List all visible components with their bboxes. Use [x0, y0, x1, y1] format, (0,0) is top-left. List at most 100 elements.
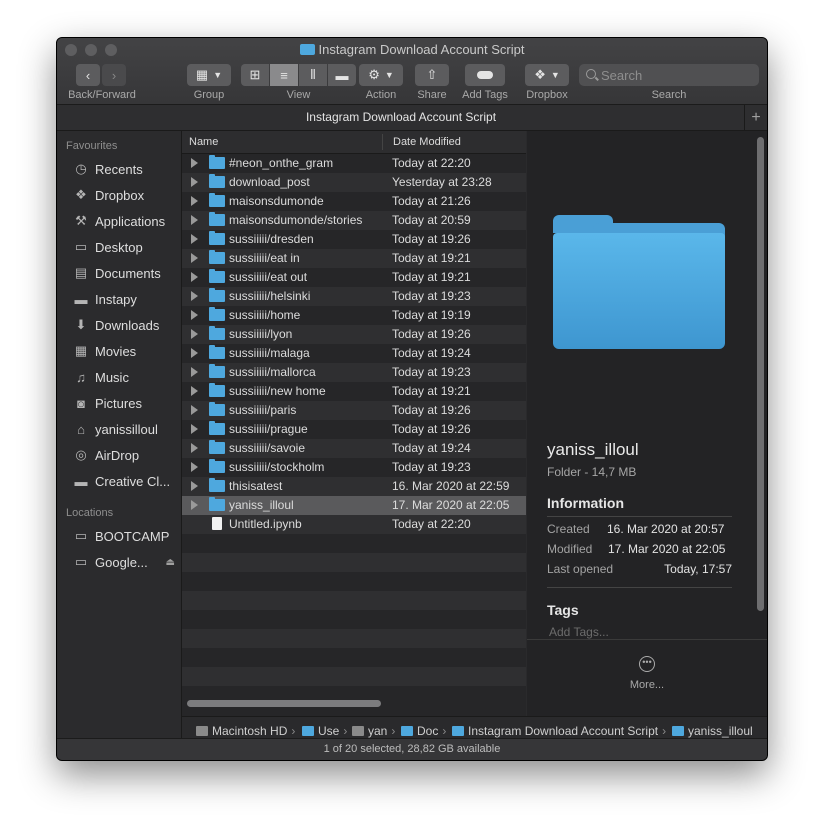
sidebar-location-google[interactable]: ▭ Google... ⏏ — [73, 551, 181, 573]
table-row[interactable]: sussiiiii/prague Today at 19:26 — [182, 420, 526, 439]
disclosure-triangle-icon[interactable] — [191, 348, 198, 358]
gallery-view-button[interactable]: ▬ — [328, 64, 356, 86]
table-row[interactable]: sussiiiii/paris Today at 19:26 — [182, 401, 526, 420]
share-button[interactable]: ⇧ — [415, 64, 449, 86]
folder-icon — [209, 402, 225, 416]
sidebar-item-desktop[interactable]: ▭ Desktop — [73, 236, 181, 258]
sidebar-item-music[interactable]: ♫ Music — [73, 366, 181, 388]
forward-button[interactable]: › — [102, 64, 126, 86]
back-button[interactable]: ‹ — [76, 64, 100, 86]
disclosure-triangle-icon[interactable] — [191, 462, 198, 472]
disclosure-triangle-icon[interactable] — [191, 500, 198, 510]
date-column-header[interactable]: Date Modified — [393, 136, 461, 148]
preview-pane: yaniss_illoul Folder - 14,7 MB Informati… — [527, 131, 767, 716]
more-button[interactable]: ••• More... — [527, 639, 767, 717]
plus-icon: + — [751, 109, 761, 126]
eject-icon[interactable]: ⏏ — [166, 557, 175, 568]
list-view-button[interactable]: ≡ — [270, 64, 298, 86]
sidebar-item-recents[interactable]: ◷ Recents — [73, 158, 181, 180]
window-title: Instagram Download Account Script — [318, 42, 525, 57]
vertical-scrollbar[interactable] — [757, 137, 764, 611]
share-icon: ⇧ — [426, 67, 438, 82]
search-label: Search — [651, 89, 687, 101]
dropbox-button[interactable]: ❖ ▼ — [525, 64, 569, 86]
table-row[interactable]: sussiiiii/helsinki Today at 19:23 — [182, 287, 526, 306]
name-column-header[interactable]: Name — [189, 136, 218, 148]
add-tags-field[interactable]: Add Tags... — [549, 625, 609, 639]
horizontal-scrollbar[interactable] — [184, 697, 524, 710]
modified-label: Modified — [547, 542, 593, 556]
path-item[interactable]: Instagram Download Account Script › — [452, 724, 666, 738]
desktop-icon: ▭ — [74, 239, 88, 254]
column-view-button[interactable]: ⫴ — [299, 64, 327, 86]
table-row[interactable]: sussiiiii/mallorca Today at 19:23 — [182, 363, 526, 382]
table-row[interactable]: #neon_onthe_gram Today at 22:20 — [182, 154, 526, 173]
sidebar-item-yanissilloul[interactable]: ⌂ yanissilloul — [73, 418, 181, 440]
folder-body — [553, 233, 725, 349]
path-item[interactable]: Doc › — [401, 724, 446, 738]
table-row[interactable]: sussiiiii/eat out Today at 19:21 — [182, 268, 526, 287]
file-name: sussiiiii/new home — [229, 384, 326, 398]
table-row[interactable]: sussiiiii/eat in Today at 19:21 — [182, 249, 526, 268]
table-row[interactable]: thisisatest 16. Mar 2020 at 22:59 — [182, 477, 526, 496]
empty-row — [182, 572, 526, 591]
group-button[interactable]: ▦ ▼ — [187, 64, 231, 86]
disclosure-triangle-icon[interactable] — [191, 310, 198, 320]
table-row[interactable]: sussiiiii/savoie Today at 19:24 — [182, 439, 526, 458]
table-row[interactable]: sussiiiii/home Today at 19:19 — [182, 306, 526, 325]
file-name: #neon_onthe_gram — [229, 156, 334, 170]
tab-title[interactable]: Instagram Download Account Script — [57, 110, 745, 124]
table-row[interactable]: sussiiiii/lyon Today at 19:26 — [182, 325, 526, 344]
disclosure-triangle-icon[interactable] — [191, 158, 198, 168]
table-row[interactable]: maisonsdumonde/stories Today at 20:59 — [182, 211, 526, 230]
sidebar-item-movies[interactable]: ▦ Movies — [73, 340, 181, 362]
table-row[interactable]: Untitled.ipynb Today at 22:20 — [182, 515, 526, 534]
path-item[interactable]: yaniss_illoul — [672, 724, 753, 738]
sidebar-item-pictures[interactable]: ◙ Pictures — [73, 392, 181, 414]
disclosure-triangle-icon[interactable] — [191, 272, 198, 282]
sidebar-item-instapy[interactable]: ▬ Instapy — [73, 288, 181, 310]
path-item[interactable]: Use › — [302, 724, 347, 738]
table-row[interactable]: maisonsdumonde Today at 21:26 — [182, 192, 526, 211]
disclosure-triangle-icon[interactable] — [191, 253, 198, 263]
disclosure-triangle-icon[interactable] — [191, 386, 198, 396]
disclosure-triangle-icon[interactable] — [191, 481, 198, 491]
table-row[interactable]: yaniss_illoul 17. Mar 2020 at 22:05 — [182, 496, 526, 515]
sidebar-item-label: Movies — [95, 343, 137, 359]
sidebar-item-creative-cl[interactable]: ▬ Creative Cl... — [73, 470, 181, 492]
table-row[interactable]: download_post Yesterday at 23:28 — [182, 173, 526, 192]
disclosure-triangle-icon[interactable] — [191, 424, 198, 434]
search-input[interactable]: Search — [579, 64, 759, 86]
sidebar-item-documents[interactable]: ▤ Documents — [73, 262, 181, 284]
sidebar-location-bootcamp[interactable]: ▭ BOOTCAMP — [73, 525, 181, 547]
file-date: Today at 19:23 — [392, 460, 471, 474]
disclosure-triangle-icon[interactable] — [191, 234, 198, 244]
disclosure-triangle-icon[interactable] — [191, 291, 198, 301]
scrollbar-thumb[interactable] — [187, 700, 381, 707]
table-row[interactable]: sussiiiii/malaga Today at 19:24 — [182, 344, 526, 363]
sidebar-item-dropbox[interactable]: ❖ Dropbox — [73, 184, 181, 206]
add-tags-button[interactable] — [465, 64, 505, 86]
disclosure-triangle-icon[interactable] — [191, 215, 198, 225]
table-row[interactable]: sussiiiii/stockholm Today at 19:23 — [182, 458, 526, 477]
sidebar-item-label: Dropbox — [95, 187, 145, 203]
disclosure-triangle-icon[interactable] — [191, 196, 198, 206]
file-name: Untitled.ipynb — [229, 517, 302, 531]
disclosure-triangle-icon[interactable] — [191, 329, 198, 339]
action-button[interactable]: ⚙ ▼ — [359, 64, 403, 86]
disclosure-triangle-icon[interactable] — [191, 443, 198, 453]
folder-icon — [209, 250, 225, 264]
path-item[interactable]: Macintosh HD › — [196, 724, 295, 738]
disclosure-triangle-icon[interactable] — [191, 177, 198, 187]
sidebar-item-applications[interactable]: ⚒ Applications — [73, 210, 181, 232]
sidebar-item-airdrop[interactable]: ◎ AirDrop — [73, 444, 181, 466]
sidebar-item-downloads[interactable]: ⬇ Downloads — [73, 314, 181, 336]
disclosure-triangle-icon[interactable] — [191, 405, 198, 415]
locations-header: Locations — [66, 507, 114, 519]
table-row[interactable]: sussiiiii/new home Today at 19:21 — [182, 382, 526, 401]
path-item[interactable]: yan › — [352, 724, 395, 738]
icon-view-button[interactable]: ⊞ — [241, 64, 269, 86]
new-tab-button[interactable]: + — [744, 105, 767, 130]
disclosure-triangle-icon[interactable] — [191, 367, 198, 377]
table-row[interactable]: sussiiiii/dresden Today at 19:26 — [182, 230, 526, 249]
